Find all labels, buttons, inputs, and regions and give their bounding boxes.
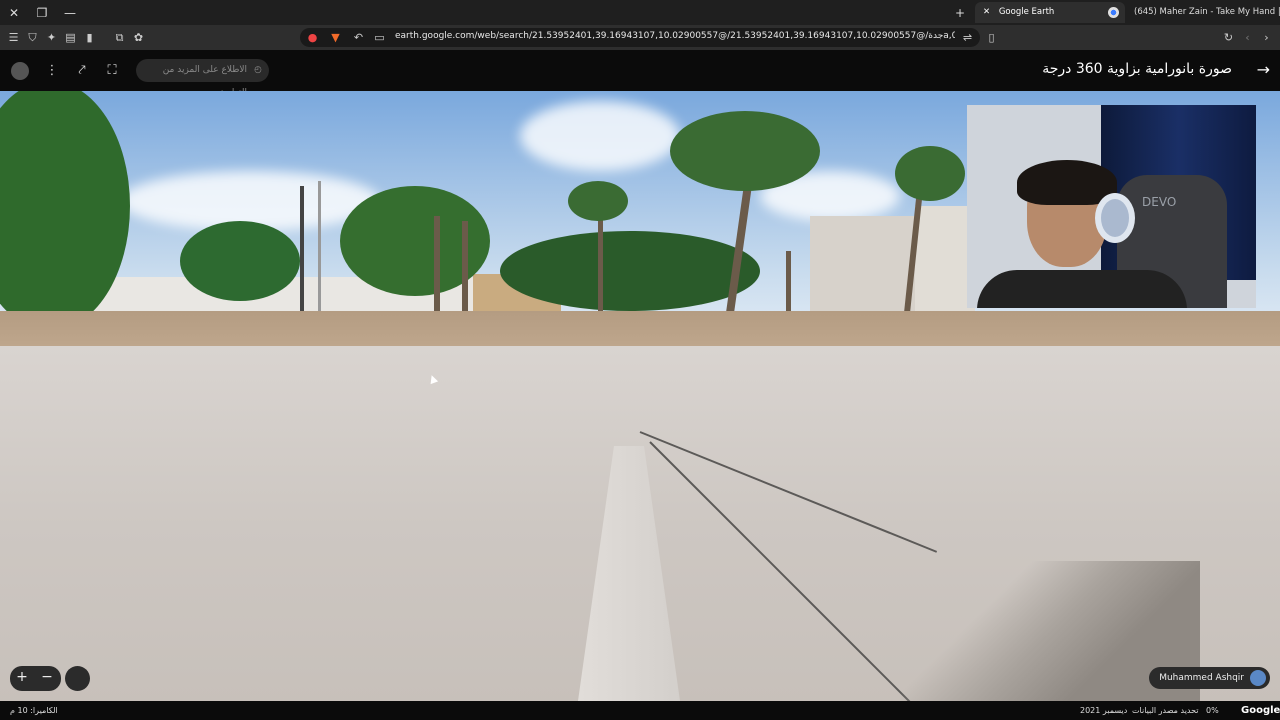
fullscreen-capture-icon[interactable]: ⛶ [102, 61, 122, 81]
brave-shield-icon[interactable]: ▼ [328, 30, 343, 45]
chair-brand: DEVO [1142, 195, 1177, 209]
more-dates-button[interactable]: الاطلاع على المزيد من التواريخ ◴ [136, 59, 269, 98]
history-clock-icon: ◴ [254, 65, 262, 75]
earth-status-bar: الكاميرا: 10 م ديسمبر 2021 تحديد مصدر ال… [0, 701, 1280, 720]
street-view-pegman-icon[interactable] [10, 61, 30, 81]
author-name: Muhammed Ashqir [1159, 673, 1244, 683]
back-icon[interactable]: ‹ [1240, 30, 1255, 45]
earth-top-bar: ⋮ ⤤ ⛶ الاطلاع على المزيد من التواريخ ◴ ص… [0, 50, 1280, 98]
lamp-post [318, 181, 321, 311]
reload-icon[interactable]: ↻ [1221, 30, 1236, 45]
zoom-in-button[interactable]: + [12, 669, 32, 685]
avatar [1250, 670, 1266, 686]
chrome-logo-icon [1108, 7, 1119, 18]
puzzle-icon[interactable]: ✿ [131, 30, 146, 45]
share-icon[interactable]: ⤤ [72, 61, 92, 81]
panorama-view[interactable]: DEVO [0, 91, 1280, 701]
restore-window-icon[interactable]: ❐ [33, 4, 51, 22]
palm-trunk [434, 216, 440, 326]
minimize-window-icon[interactable]: — [61, 4, 79, 22]
site-info-icon[interactable]: ▭ [372, 30, 387, 45]
tab-google-earth[interactable]: ✕ Google Earth [975, 2, 1125, 23]
palm-fronds [895, 146, 965, 201]
camera-altitude: الكاميرا: 10 م [10, 706, 58, 715]
extension-icon[interactable]: ✦ [44, 30, 59, 45]
apartment-building [915, 206, 975, 311]
tree [180, 221, 300, 301]
menu-icon[interactable]: ☰ [6, 30, 21, 45]
photo-credit-chip[interactable]: Muhammed Ashqir [1149, 667, 1270, 689]
url-text[interactable]: earth.google.com/web/search/21.53952401,… [395, 31, 955, 41]
palm-fronds [670, 111, 820, 191]
browser-tab-strip: ✕ ❐ — + ✕ Google Earth (645) Maher Zain … [0, 0, 1280, 25]
tabs-icon[interactable]: ▤ [63, 30, 78, 45]
sidebar-icon[interactable]: ▮ [82, 30, 97, 45]
panel-title: صورة بانورامية بزاوية 360 درجة [1042, 61, 1232, 77]
imagery-date: ديسمبر 2021 [1080, 706, 1128, 715]
apartment-building [810, 216, 915, 311]
shield-icon[interactable]: ⛉ [25, 30, 40, 45]
bookmark-icon[interactable]: ▯ [984, 30, 999, 45]
tab-title: (645) Maher Zain - Take My Hand | O [1134, 7, 1280, 17]
address-bar-row: ☰ ⛉ ✦ ▤ ▮ ⧉ ✿ ● ▼ ↶ ▭ earth.google.com/w… [0, 25, 1280, 50]
adblock-icon[interactable]: ● [305, 30, 320, 45]
data-attribution-link[interactable]: تحديد مصدر البيانات [1132, 701, 1199, 720]
tree-line [500, 231, 760, 311]
close-window-icon[interactable]: ✕ [5, 4, 23, 22]
compass-button[interactable] [65, 666, 90, 691]
tab-youtube[interactable]: (645) Maher Zain - Take My Hand | O [1126, 2, 1280, 23]
new-tab-icon[interactable]: + [951, 4, 969, 22]
zoom-control: + − [10, 666, 61, 691]
webcam-overlay: DEVO [967, 105, 1256, 308]
headset [1095, 193, 1135, 243]
forward-icon[interactable]: › [1259, 30, 1274, 45]
person-shirt [977, 270, 1187, 308]
cloud [520, 101, 680, 171]
more-options-icon[interactable]: ⋮ [42, 61, 62, 81]
screenshot-icon[interactable]: ⧉ [112, 30, 127, 45]
palm-fronds [568, 181, 628, 221]
tab-title: Google Earth [998, 7, 1055, 17]
undo-icon[interactable]: ↶ [351, 30, 366, 45]
tab-close-icon[interactable]: ✕ [983, 7, 990, 17]
tune-icon[interactable]: ⇌ [960, 30, 975, 45]
loading-progress: 0% [1206, 706, 1219, 715]
exit-arrow-icon[interactable]: → [1257, 60, 1270, 79]
zoom-out-button[interactable]: − [37, 669, 57, 685]
google-logo: Google [1241, 705, 1280, 716]
